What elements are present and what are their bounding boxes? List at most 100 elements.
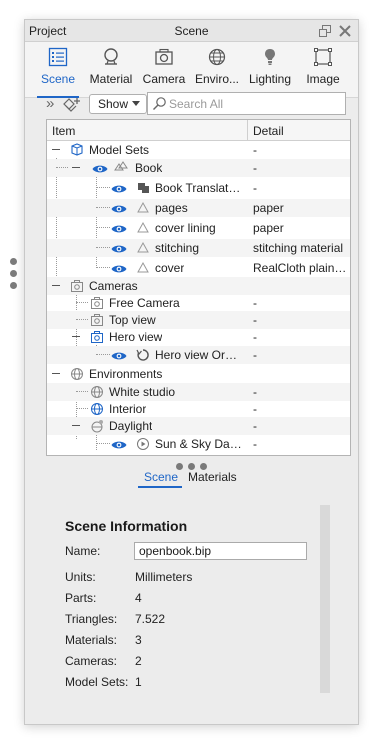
column-divider[interactable] [247,120,248,141]
tab-label: Image [306,72,340,86]
node-label: Sun & Sky Day... [155,437,243,451]
part-icon [136,221,150,238]
tree-row[interactable]: cover RealCloth plain ... [47,259,350,277]
tab-scene[interactable]: Scene [37,46,79,98]
tree-connector [96,443,110,444]
column-header-item[interactable]: Item [52,124,75,138]
model-set-icon [114,161,128,178]
tab-material[interactable]: Material [89,46,133,96]
camera-icon [153,46,175,68]
scene-list-icon [47,46,69,68]
info-value: 1 [135,675,142,689]
sun-play-icon [136,437,150,454]
tree-row[interactable]: Model Sets - [47,141,350,159]
tree-row[interactable]: Interior - [47,400,350,418]
node-label: Book Translati... [155,181,241,195]
visibility-eye-icon[interactable] [111,223,127,237]
node-detail: paper [253,221,284,235]
visibility-eye-icon[interactable] [111,439,127,453]
chevron-down-icon [132,101,140,106]
scene-name-field[interactable]: openbook.bip [134,542,307,560]
tab-image[interactable]: Image [305,46,341,96]
tab-environment[interactable]: Enviro... [195,46,239,96]
visibility-eye-icon[interactable] [111,243,127,257]
tree-header: Item Detail [47,120,350,141]
subtab-materials[interactable]: Materials [188,470,237,484]
show-dropdown[interactable]: Show [89,94,147,114]
column-header-detail[interactable]: Detail [253,124,284,138]
node-label: Hero view Orbi... [155,348,243,362]
tab-label: Scene [40,72,76,86]
info-row-triangles: Triangles: 7.522 [65,612,315,628]
node-label: Top view [109,313,156,327]
collapse-icon[interactable] [52,149,60,150]
show-dropdown-label: Show [98,97,129,111]
undock-icon[interactable] [317,23,333,39]
title-bar: Project Scene [25,20,358,42]
close-icon[interactable] [337,23,353,39]
visibility-eye-icon[interactable] [111,350,127,364]
globe-icon [206,46,228,68]
info-label: Model Sets: [65,675,129,689]
tree-row[interactable]: Top view - [47,311,350,329]
image-frame-icon [312,46,334,68]
collapse-icon[interactable] [52,373,60,374]
tree-row[interactable]: Sun & Sky Day... - [47,435,350,453]
tree-toolbar: » Show [25,92,358,118]
tree-row[interactable]: Hero view - [47,328,350,346]
visibility-eye-icon[interactable] [111,263,127,277]
node-label: Cameras [89,279,138,293]
node-detail: - [253,330,257,344]
visibility-eye-icon[interactable] [111,183,127,197]
tab-lighting[interactable]: Lighting [249,46,291,96]
part-icon [136,261,150,278]
tree-row[interactable]: Daylight - [47,417,350,435]
side-splitter-handle[interactable] [10,258,18,294]
collapse-icon[interactable] [52,285,60,286]
tree-row[interactable]: White studio - [47,383,350,401]
info-scrollbar[interactable] [320,505,330,693]
tree-row[interactable]: Book - [47,159,350,177]
search-box[interactable] [147,92,346,115]
node-detail: - [253,385,257,399]
part-icon [136,201,150,218]
search-input[interactable] [169,96,339,111]
info-row-units: Units: Millimeters [65,570,315,586]
info-row-cameras: Cameras: 2 [65,654,315,670]
tree-row[interactable]: stitching stitching material [47,239,350,257]
collapse-icon[interactable] [72,425,80,426]
visibility-eye-icon[interactable] [92,163,108,177]
tree-row[interactable]: pages paper [47,199,350,217]
add-item-icon[interactable] [63,97,81,116]
info-label: Triangles: [65,612,118,626]
model-sets-icon [70,143,84,160]
tab-camera[interactable]: Camera [143,46,185,96]
node-label: cover [155,261,185,275]
visibility-eye-icon[interactable] [111,203,127,217]
tree-row[interactable]: Hero view Orbi... - [47,346,350,364]
node-detail: - [253,296,257,310]
orbit-icon [136,348,150,365]
project-label[interactable]: Project [29,24,66,38]
translation-arrow-icon [136,181,150,198]
tree-row[interactable]: Free Camera - [47,294,350,312]
tree-row[interactable]: cover lining paper [47,219,350,237]
info-value: 3 [135,633,142,647]
tree-row[interactable]: Book Translati... - [47,179,350,197]
subtab-scene[interactable]: Scene [144,470,178,484]
tree-connector [76,391,88,392]
info-value: 7.522 [135,612,166,626]
expand-panel-button[interactable]: » [46,95,54,112]
node-label: Book [135,161,163,175]
node-label: cover lining [155,221,216,235]
node-label: Model Sets [89,143,150,157]
tree-connector [76,408,88,409]
tree-row[interactable]: Environments [47,365,350,383]
tree-connector [76,319,88,320]
collapse-icon[interactable] [72,336,80,337]
node-label: Free Camera [109,296,180,310]
node-label: Hero view [109,330,163,344]
tree-row[interactable]: Cameras [47,277,350,295]
node-detail: - [253,402,257,416]
collapse-icon[interactable] [72,167,80,168]
